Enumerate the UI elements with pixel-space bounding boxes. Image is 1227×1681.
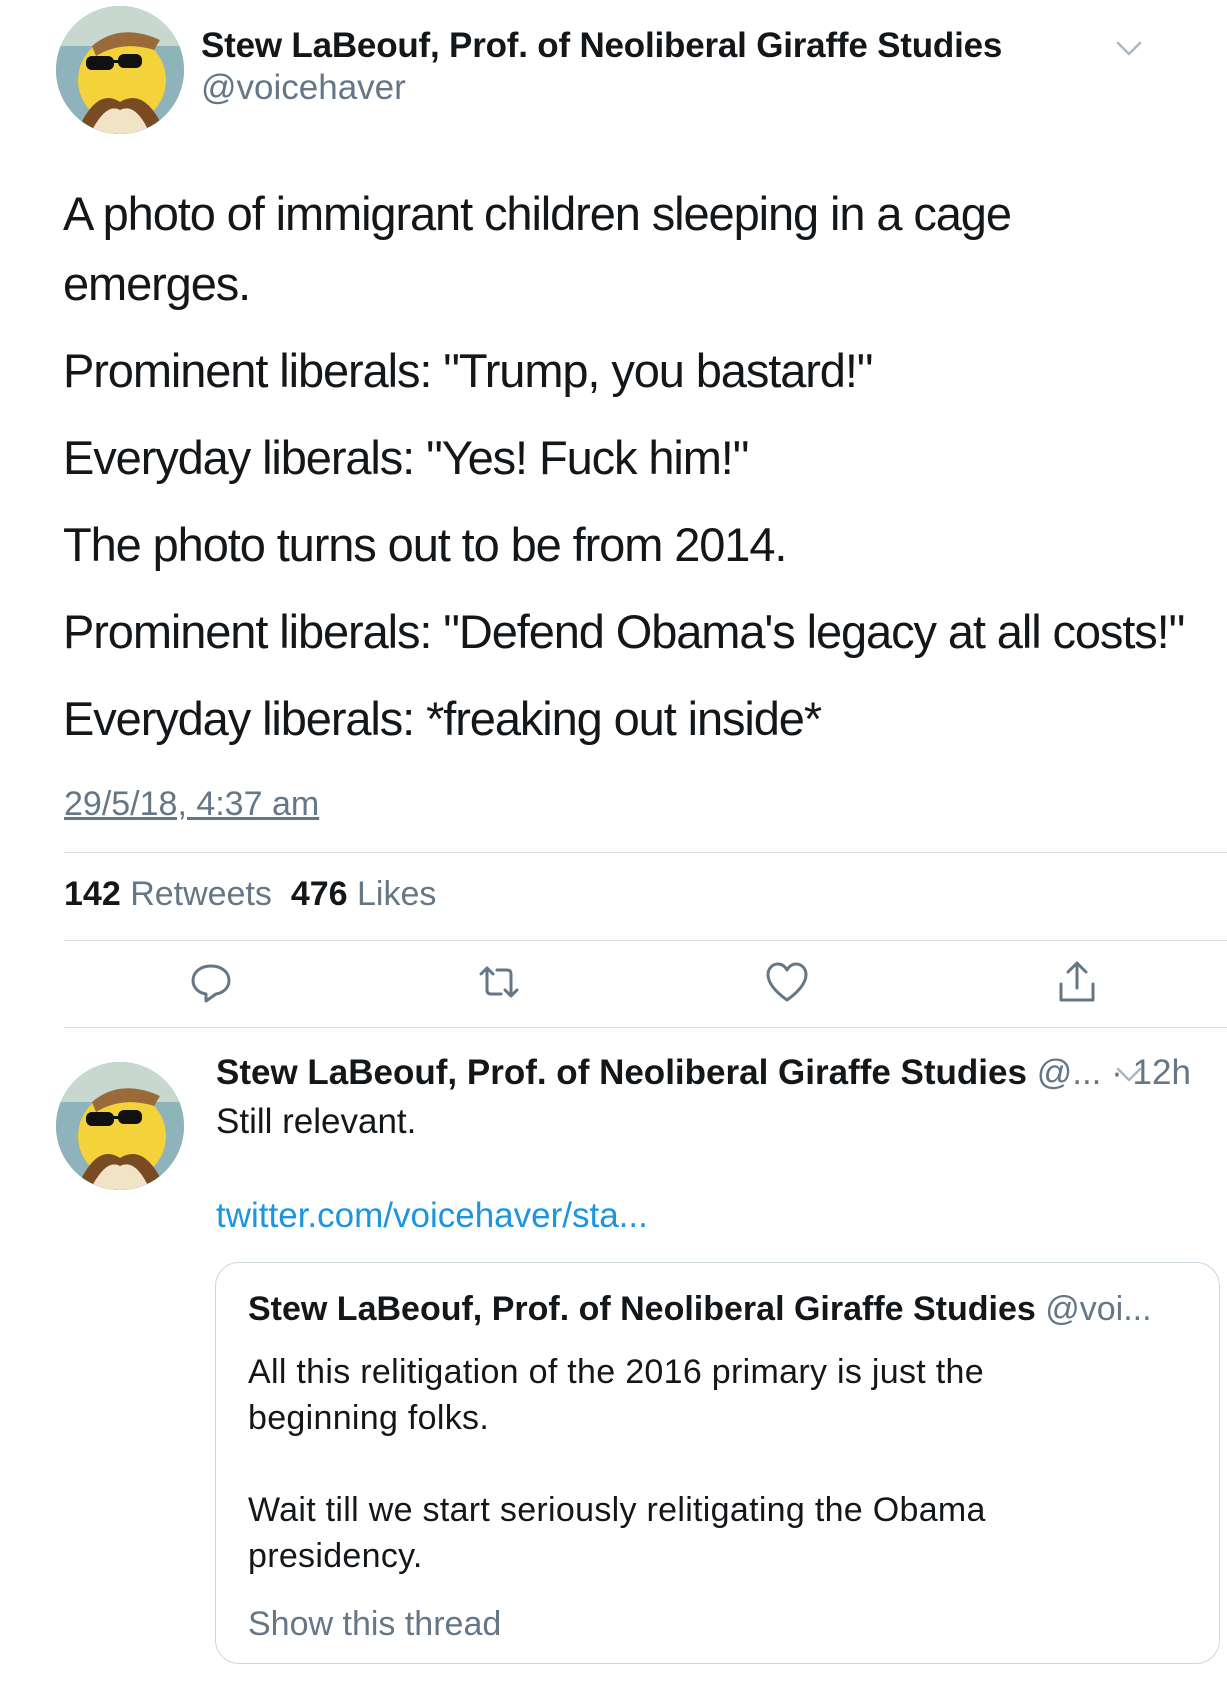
tweet-text-line: emerges. <box>63 257 251 310</box>
reply-author-name[interactable]: Stew LaBeouf, Prof. of Neoliberal Giraff… <box>216 1053 1027 1092</box>
retweets-label[interactable]: Retweets <box>130 875 272 913</box>
share-icon[interactable] <box>1053 958 1101 1006</box>
divider <box>64 1027 1227 1028</box>
tweet-text-line: The photo turns out to be from 2014. <box>63 518 787 571</box>
likes-label[interactable]: Likes <box>357 875 436 913</box>
quoted-tweet-card[interactable]: Stew LaBeouf, Prof. of Neoliberal Giraff… <box>215 1262 1220 1664</box>
likes-count[interactable]: 476 <box>291 875 348 913</box>
tweet-text-line: Prominent liberals: "Defend Obama's lega… <box>63 605 1185 658</box>
avatar[interactable] <box>56 6 184 134</box>
divider <box>64 852 1227 853</box>
tweet-timestamp[interactable]: 29/5/18, 4:37 am <box>64 785 319 824</box>
tweet-text-line: Everyday liberals: "Yes! Fuck him!" <box>63 431 749 484</box>
avatar-image <box>56 1062 184 1190</box>
quoted-handle: @voi... <box>1045 1290 1152 1328</box>
quoted-text-line: presidency. <box>248 1537 423 1575</box>
tweet-link[interactable]: twitter.com/voicehaver/sta... <box>216 1196 648 1236</box>
reply-header[interactable]: Stew LaBeouf, Prof. of Neoliberal Giraff… <box>216 1053 1191 1093</box>
reply-handle[interactable]: @... <box>1037 1053 1102 1092</box>
quoted-author-name: Stew LaBeouf, Prof. of Neoliberal Giraff… <box>248 1290 1036 1328</box>
tweet-text-line: Everyday liberals: *freaking out inside* <box>63 692 822 745</box>
author-name[interactable]: Stew LaBeouf, Prof. of Neoliberal Giraff… <box>201 26 1002 66</box>
avatar-image <box>56 6 184 134</box>
chevron-down-icon[interactable] <box>1116 40 1142 58</box>
heart-icon[interactable] <box>763 958 811 1006</box>
quoted-text-line: All this relitigation of the 2016 primar… <box>248 1353 984 1391</box>
quoted-header: Stew LaBeouf, Prof. of Neoliberal Giraff… <box>248 1290 1152 1329</box>
reply-icon[interactable] <box>187 958 235 1006</box>
quoted-text-line: beginning folks. <box>248 1399 490 1437</box>
chevron-down-icon[interactable] <box>1116 1066 1142 1084</box>
show-thread-link[interactable]: Show this thread <box>248 1605 501 1644</box>
quoted-text-line: Wait till we start seriously relitigatin… <box>248 1491 986 1529</box>
tweet-text-line: A photo of immigrant children sleeping i… <box>63 187 1012 240</box>
author-handle[interactable]: @voicehaver <box>201 68 406 108</box>
retweets-count[interactable]: 142 <box>64 875 121 913</box>
retweet-icon[interactable] <box>475 958 523 1006</box>
tweet-text-line: Prominent liberals: "Trump, you bastard!… <box>63 344 873 397</box>
avatar[interactable] <box>56 1062 184 1190</box>
engagement-stats: 142 Retweets 476 Likes <box>64 875 436 914</box>
reply-text: Still relevant. <box>216 1102 417 1141</box>
divider <box>64 940 1227 941</box>
